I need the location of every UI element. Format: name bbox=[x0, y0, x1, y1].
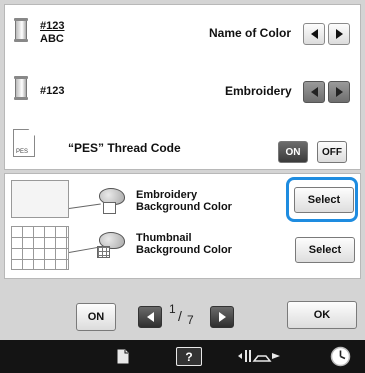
thumbnail-background-preview bbox=[11, 226, 69, 270]
arrow-left-icon bbox=[310, 87, 318, 97]
ok-button[interactable]: OK bbox=[287, 301, 357, 329]
arrow-right-icon bbox=[218, 312, 226, 322]
embroidery-bg-select-button[interactable]: Select bbox=[294, 187, 354, 213]
arrow-left-icon bbox=[310, 29, 318, 39]
embroidery-background-preview bbox=[11, 180, 69, 218]
pes-on-button[interactable]: ON bbox=[278, 141, 308, 163]
bottom-toolbar: ? bbox=[0, 340, 365, 373]
embroidery-next-button[interactable] bbox=[328, 81, 350, 103]
name-of-color-row: #123 ABC Name of Color bbox=[5, 7, 360, 59]
page-prev-button[interactable] bbox=[138, 306, 162, 328]
help-icon[interactable]: ? bbox=[176, 347, 202, 366]
thumbnail-bg-select-button[interactable]: Select bbox=[295, 237, 355, 263]
arrow-right-icon bbox=[335, 87, 343, 97]
name-of-color-next-button[interactable] bbox=[328, 23, 350, 45]
name-of-color-label: Name of Color bbox=[209, 26, 292, 40]
leader-line bbox=[68, 246, 101, 253]
on-button[interactable]: ON bbox=[76, 303, 116, 331]
help-glyph: ? bbox=[185, 349, 193, 364]
leader-line bbox=[68, 203, 101, 209]
thread-settings-panel: #123 ABC Name of Color #123 Embroidery P… bbox=[4, 4, 361, 170]
needle-presser-foot-icon[interactable] bbox=[236, 348, 282, 365]
embroidery-bg-label-line2: Background Color bbox=[136, 201, 232, 213]
thread-code-label: #123 bbox=[40, 20, 65, 32]
embroidery-prev-button[interactable] bbox=[303, 81, 325, 103]
thread-name-label: ABC bbox=[40, 33, 64, 45]
thread-spool-icon bbox=[14, 18, 28, 42]
clock-icon[interactable] bbox=[330, 346, 351, 367]
file-icon-label: PES bbox=[16, 149, 29, 155]
page-next-button[interactable] bbox=[210, 306, 234, 328]
page-icon[interactable] bbox=[116, 348, 130, 365]
embroidery-label: Embroidery bbox=[225, 84, 292, 98]
thread-code-label: #123 bbox=[40, 85, 65, 97]
pes-thread-code-label: “PES” Thread Code bbox=[68, 141, 181, 155]
mini-grid-icon bbox=[97, 246, 110, 258]
page-total: 7 bbox=[187, 313, 194, 327]
embroidery-bg-label-line1: Embroidery bbox=[136, 189, 198, 201]
pes-thread-code-row: PES “PES” Thread Code ON OFF bbox=[5, 120, 360, 172]
arrow-right-icon bbox=[335, 29, 343, 39]
embroidery-row: #123 Embroidery bbox=[5, 64, 360, 116]
page-current: 1 bbox=[169, 302, 176, 316]
mini-frame-icon bbox=[103, 202, 116, 214]
thumbnail-bg-label-line2: Background Color bbox=[136, 244, 232, 256]
arrow-left-icon bbox=[146, 312, 154, 322]
name-of-color-prev-button[interactable] bbox=[303, 23, 325, 45]
thumbnail-bg-label-line1: Thumbnail bbox=[136, 232, 192, 244]
thread-spool-icon bbox=[14, 76, 28, 100]
pes-off-button[interactable]: OFF bbox=[317, 141, 347, 163]
page-separator: / bbox=[178, 308, 182, 324]
settings-screen: #123 ABC Name of Color #123 Embroidery P… bbox=[0, 0, 365, 373]
